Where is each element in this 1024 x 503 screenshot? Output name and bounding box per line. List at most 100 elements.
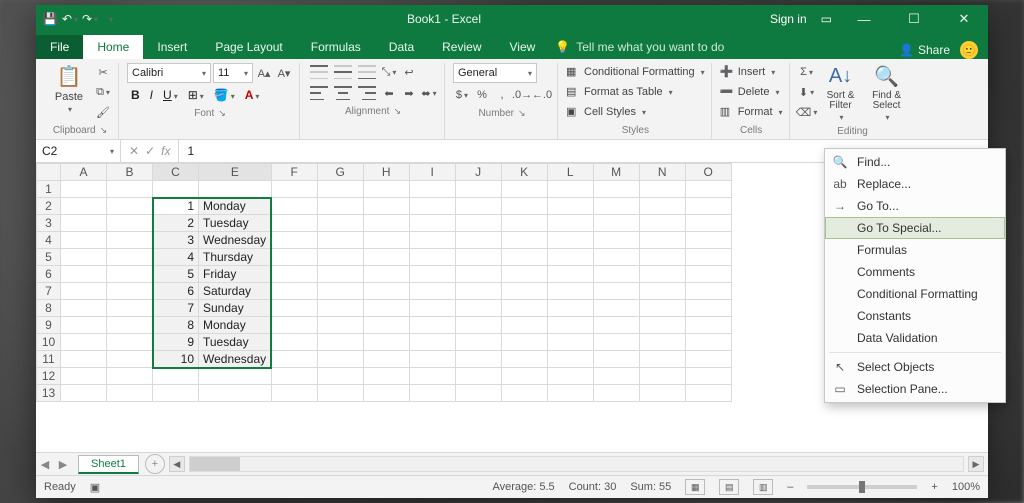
cell-J1[interactable] [455,181,501,198]
cell-G6[interactable] [317,266,363,283]
row-header-5[interactable]: 5 [37,249,61,266]
cell-G10[interactable] [317,334,363,351]
minimize-button[interactable]: — [846,12,882,27]
cell-L1[interactable] [547,181,593,198]
col-header-C[interactable]: C [153,164,199,181]
cell-L10[interactable] [547,334,593,351]
border-button[interactable]: ⊞▾ [184,86,208,104]
wrap-text-icon[interactable]: ↩ [400,63,418,81]
cell-J11[interactable] [455,351,501,368]
cell-M8[interactable] [593,300,639,317]
cell-B10[interactable] [107,334,153,351]
row-header-9[interactable]: 9 [37,317,61,334]
view-page-break-icon[interactable]: ▥ [753,479,773,495]
cell-B8[interactable] [107,300,153,317]
tab-page-layout[interactable]: Page Layout [201,35,296,59]
cell-O6[interactable] [685,266,731,283]
cell-C7[interactable]: 6 [153,283,199,300]
cell-E13[interactable] [199,385,272,402]
cell-L5[interactable] [547,249,593,266]
cell-B5[interactable] [107,249,153,266]
cell-C10[interactable]: 9 [153,334,199,351]
cell-I12[interactable] [409,368,455,385]
menu-item-replace[interactable]: abReplace... [825,173,1005,195]
tab-review[interactable]: Review [428,35,495,59]
cell-L7[interactable] [547,283,593,300]
cell-I11[interactable] [409,351,455,368]
cell-E1[interactable] [199,181,272,198]
cell-J3[interactable] [455,215,501,232]
decrease-font-icon[interactable]: A▾ [275,64,293,82]
cell-B1[interactable] [107,181,153,198]
cell-K7[interactable] [501,283,547,300]
cell-O7[interactable] [685,283,731,300]
menu-item-constants[interactable]: Constants [825,305,1005,327]
cell-N1[interactable] [639,181,685,198]
cell-I1[interactable] [409,181,455,198]
cell-K8[interactable] [501,300,547,317]
format-cells-button[interactable]: ▥Format▾ [720,103,783,121]
cell-L12[interactable] [547,368,593,385]
cell-L13[interactable] [547,385,593,402]
cell-N12[interactable] [639,368,685,385]
cell-K6[interactable] [501,266,547,283]
cell-K10[interactable] [501,334,547,351]
row-header-8[interactable]: 8 [37,300,61,317]
cell-G8[interactable] [317,300,363,317]
cell-O5[interactable] [685,249,731,266]
cell-N6[interactable] [639,266,685,283]
cell-A10[interactable] [61,334,107,351]
cell-styles-button[interactable]: ▣Cell Styles▾ [566,103,646,121]
cell-C1[interactable] [153,181,199,198]
cell-H7[interactable] [363,283,409,300]
cell-F7[interactable] [271,283,317,300]
cell-B6[interactable] [107,266,153,283]
cell-A1[interactable] [61,181,107,198]
cell-M10[interactable] [593,334,639,351]
col-header-A[interactable]: A [61,164,107,181]
feedback-icon[interactable]: 🙂 [960,41,978,59]
font-color-button[interactable]: A▾ [241,86,264,104]
cell-E10[interactable]: Tuesday [199,334,272,351]
percent-format-icon[interactable]: % [473,86,491,104]
cell-N4[interactable] [639,232,685,249]
cell-H3[interactable] [363,215,409,232]
cell-L4[interactable] [547,232,593,249]
cell-C2[interactable]: 1 [153,198,199,215]
cell-N13[interactable] [639,385,685,402]
decrease-decimal-icon[interactable]: ←.0 [533,86,551,104]
font-launcher-icon[interactable]: ↘ [218,108,226,119]
autosum-icon[interactable]: Σ▾ [798,63,816,81]
row-header-11[interactable]: 11 [37,351,61,368]
menu-item-comments[interactable]: Comments [825,261,1005,283]
font-size-select[interactable]: 11▾ [213,63,253,83]
italic-button[interactable]: I [146,86,157,104]
sort-filter-button[interactable]: A↓ Sort & Filter▾ [820,63,862,122]
cell-O9[interactable] [685,317,731,334]
view-normal-icon[interactable]: ▦ [685,479,705,495]
font-name-select[interactable]: Calibri▾ [127,63,211,83]
cell-I2[interactable] [409,198,455,215]
cell-K5[interactable] [501,249,547,266]
format-as-table-button[interactable]: ▤Format as Table▾ [566,83,673,101]
menu-item-go-to[interactable]: →Go To... [825,195,1005,217]
cell-F4[interactable] [271,232,317,249]
cell-A2[interactable] [61,198,107,215]
cell-F11[interactable] [271,351,317,368]
cell-N7[interactable] [639,283,685,300]
cell-F1[interactable] [271,181,317,198]
bold-button[interactable]: B [127,86,144,104]
name-box[interactable]: C2▾ [36,140,121,162]
copy-icon[interactable]: ⧉▾ [94,83,112,101]
cell-J9[interactable] [455,317,501,334]
save-icon[interactable]: 💾 [42,11,58,27]
qat-customize-icon[interactable]: ▾ [102,11,118,27]
cell-K2[interactable] [501,198,547,215]
sheet-nav-prev-icon[interactable]: ◀ [36,458,54,471]
cell-G12[interactable] [317,368,363,385]
redo-icon[interactable]: ↷▾ [82,11,98,27]
cell-A9[interactable] [61,317,107,334]
cell-G9[interactable] [317,317,363,334]
cell-M13[interactable] [593,385,639,402]
cell-E3[interactable]: Tuesday [199,215,272,232]
